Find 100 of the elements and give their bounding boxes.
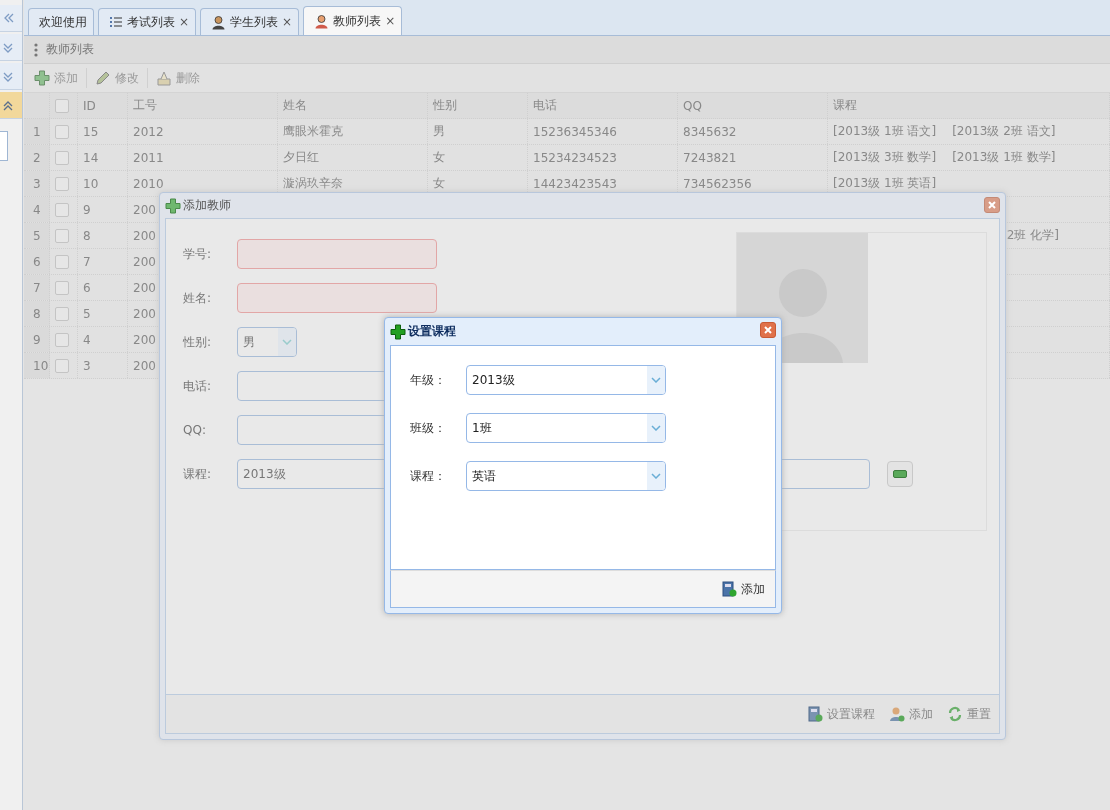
dropdown[interactable]: 英语 — [466, 461, 666, 491]
table-cell: 夕日红 — [283, 149, 319, 166]
column-header[interactable]: ID — [78, 93, 128, 118]
book-add-icon — [721, 581, 737, 597]
column-header[interactable]: 课程 — [828, 93, 1110, 118]
checkbox[interactable] — [55, 202, 69, 217]
sidebar-toggle-button[interactable] — [0, 63, 22, 90]
toolbar-button[interactable]: 修改 — [91, 67, 143, 89]
field-label: 年级： — [410, 371, 447, 389]
tab[interactable]: 学生列表 × — [200, 8, 300, 35]
checkbox[interactable] — [55, 358, 69, 373]
checkbox[interactable] — [55, 254, 69, 269]
close-button[interactable] — [984, 197, 1000, 213]
checkbox[interactable] — [55, 280, 69, 295]
table-cell: 男 — [433, 123, 445, 140]
sidebar-toggle-button[interactable] — [0, 5, 22, 32]
sidebar-toggle-button[interactable] — [0, 92, 22, 119]
collapsed-panel — [0, 131, 8, 161]
row-number: 4 — [24, 197, 50, 222]
checkbox[interactable] — [55, 150, 69, 165]
input-field[interactable] — [237, 283, 437, 313]
table-cell: 15234234523 — [533, 150, 617, 165]
column-header[interactable]: 性别 — [428, 93, 528, 118]
chevron-down-icon — [282, 339, 292, 345]
dropdown[interactable]: 2013级 — [466, 365, 666, 395]
table-cell: 8 — [78, 223, 128, 248]
plus-icon — [34, 70, 50, 86]
remove-button[interactable] — [887, 461, 913, 487]
row-number: 9 — [24, 327, 50, 352]
checkbox[interactable] — [55, 176, 69, 191]
field-label: 课程: — [183, 465, 213, 483]
close-icon — [763, 325, 773, 335]
sidebar-toggle-button[interactable] — [0, 34, 22, 61]
checkbox[interactable] — [55, 306, 69, 321]
course-tag: [2013级 1班 数学] — [952, 149, 1056, 166]
toolbar-button[interactable]: 添加 — [30, 67, 82, 89]
tab[interactable]: 欢迎使用 — [28, 8, 94, 35]
dropdown[interactable]: 1班 — [466, 413, 666, 443]
table-cell: 15236345346 — [533, 124, 617, 139]
plus-icon — [165, 197, 181, 214]
panel-title: 教师列表 — [46, 41, 94, 58]
dialog-button[interactable]: 添加 — [721, 580, 765, 598]
close-icon — [987, 200, 997, 210]
checkbox[interactable] — [55, 124, 69, 139]
close-icon[interactable]: × — [385, 14, 396, 28]
table-cell: 鹰眼米霍克 — [283, 123, 343, 140]
column-header[interactable]: QQ — [678, 93, 828, 118]
table-cell: 5 — [78, 301, 128, 326]
table-cell: 6 — [78, 275, 128, 300]
table-cell: 734562356 — [683, 176, 752, 191]
checkbox[interactable] — [55, 332, 69, 347]
chevron-down-icon — [651, 425, 661, 431]
row-number: 7 — [24, 275, 50, 300]
checkbox[interactable] — [55, 98, 69, 113]
list-icon — [109, 15, 123, 29]
minus-icon — [893, 470, 907, 478]
trash-icon — [156, 70, 172, 86]
close-icon[interactable]: × — [179, 15, 190, 29]
refresh-icon — [947, 706, 963, 722]
dialog-title: 添加教师 — [183, 197, 231, 214]
row-number: 10 — [24, 353, 50, 378]
table-cell: 8345632 — [683, 124, 737, 139]
table-cell: 7 — [78, 249, 128, 274]
chevron-down-icon — [651, 377, 661, 383]
column-header[interactable]: 姓名 — [278, 93, 428, 118]
row-number: 3 — [24, 171, 50, 196]
column-header[interactable]: 电话 — [528, 93, 678, 118]
row-number: 6 — [24, 249, 50, 274]
pencil-icon — [95, 70, 111, 86]
close-icon[interactable]: × — [282, 15, 293, 29]
table-cell: 14423423543 — [533, 176, 617, 191]
course-tag: [2013级 3班 数学] — [833, 149, 937, 166]
grip-icon — [34, 41, 38, 58]
tab[interactable]: 考试列表 × — [98, 8, 197, 35]
close-button[interactable] — [760, 322, 776, 338]
course-tag: 2班 化学] — [959, 227, 1059, 244]
tab[interactable]: 教师列表 × — [303, 6, 403, 35]
row-number: 2 — [24, 145, 50, 170]
dialog-button[interactable]: 添加 — [889, 705, 933, 723]
table-cell: 15 — [78, 119, 128, 144]
table-cell: 3 — [78, 353, 128, 378]
table-cell: 漩涡玖辛奈 — [283, 175, 343, 192]
row-number: 1 — [24, 119, 50, 144]
column-header[interactable]: 工号 — [128, 93, 278, 118]
toolbar-button[interactable]: 删除 — [152, 67, 204, 89]
dialog-button[interactable]: 重置 — [947, 705, 991, 723]
person-icon — [314, 13, 330, 29]
table-cell: 女 — [433, 149, 445, 166]
checkbox[interactable] — [55, 228, 69, 243]
input-field[interactable] — [237, 239, 437, 269]
gender-dropdown[interactable]: 男 — [237, 327, 297, 357]
field-label: 性别: — [183, 333, 213, 351]
table-cell: 女 — [433, 175, 445, 192]
field-label: QQ: — [183, 423, 207, 437]
row-number: 8 — [24, 301, 50, 326]
table-cell: 10 — [78, 171, 128, 196]
dialog-button[interactable]: 设置课程 — [807, 705, 875, 723]
dialog-title: 设置课程 — [408, 323, 456, 340]
table-cell: 2011 — [128, 145, 278, 170]
person-icon — [211, 14, 227, 30]
